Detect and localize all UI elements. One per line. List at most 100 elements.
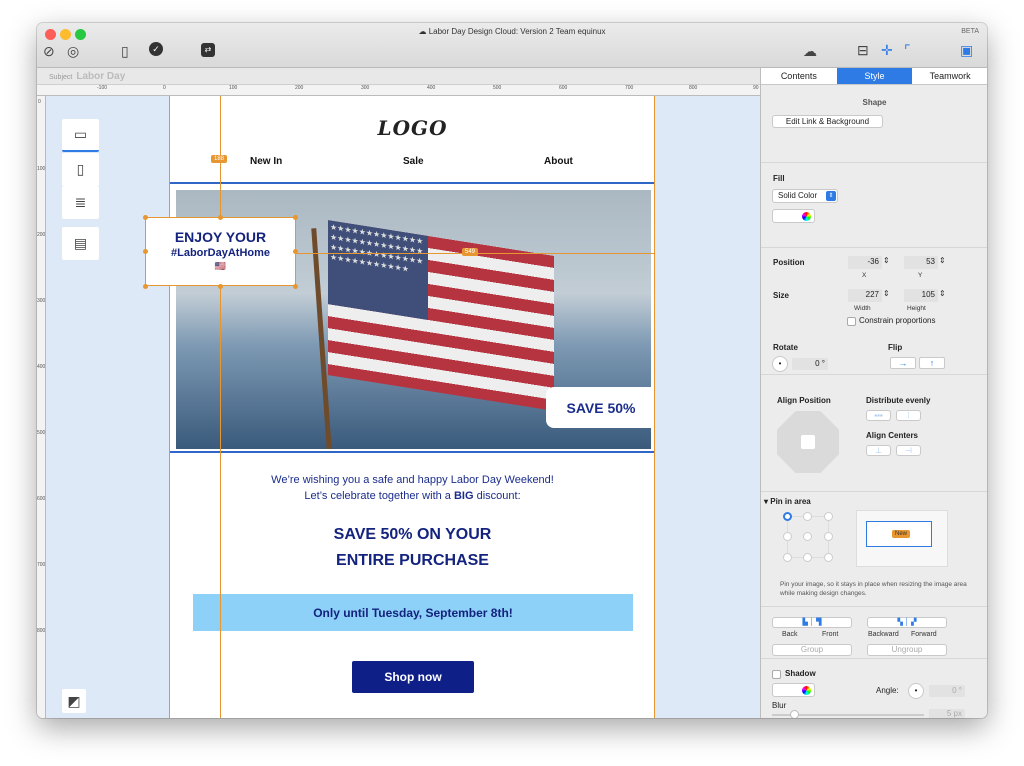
distribute-horizontal-button[interactable]: ▪▪▪ xyxy=(866,410,891,421)
mobile-preview-icon[interactable]: ▯ xyxy=(62,153,99,186)
rotate-field[interactable]: 0 ° xyxy=(792,358,828,370)
selected-box-line-2: #LaborDayAtHome xyxy=(170,247,271,259)
distribute-label: Distribute evenly xyxy=(866,396,931,405)
position-y-field[interactable]: 53 xyxy=(904,256,938,269)
ruler-label: 400 xyxy=(37,364,46,370)
pin-point[interactable] xyxy=(803,512,812,521)
angle-field[interactable]: 0 ° xyxy=(929,685,965,697)
preview-devices-icon[interactable]: ▯ xyxy=(121,43,129,59)
shop-now-button[interactable]: Shop now xyxy=(352,661,474,693)
backward-label: Backward xyxy=(868,631,899,638)
nav-new-in[interactable]: New In xyxy=(250,156,282,167)
angle-label: Angle: xyxy=(876,686,899,695)
position-x-field[interactable]: -36 xyxy=(848,256,882,269)
flip-horizontal-button[interactable]: → xyxy=(890,357,916,369)
send-campaign-icon[interactable]: ◎ xyxy=(67,43,79,59)
resize-handle[interactable] xyxy=(218,284,223,289)
resize-handle[interactable] xyxy=(293,215,298,220)
align-center-h-button[interactable]: ⊥ xyxy=(866,445,891,456)
pin-point[interactable] xyxy=(824,532,833,541)
tab-style[interactable]: Style xyxy=(836,68,913,84)
layers-icon[interactable]: ◩ xyxy=(62,689,86,713)
pin-point-selected[interactable] xyxy=(783,512,792,521)
constrain-checkbox[interactable] xyxy=(847,317,856,326)
message-line-2[interactable]: Let’s celebrate together with a BIG disc… xyxy=(170,490,655,502)
shadow-checkbox[interactable] xyxy=(772,670,781,679)
stepper-icon[interactable]: ⇕ xyxy=(939,256,946,265)
pin-point[interactable] xyxy=(783,553,792,562)
align-center-v-button[interactable]: ⊣ xyxy=(896,445,921,456)
align-center-button[interactable] xyxy=(801,435,815,449)
sidebar-toggle-icon[interactable]: ▣ xyxy=(960,42,973,58)
resize-handle[interactable] xyxy=(143,215,148,220)
arrange-back-front-buttons[interactable]: ▙ │ ▜ xyxy=(772,617,852,628)
ruler-label: 800 xyxy=(689,85,698,91)
deadline-banner[interactable]: Only until Tuesday, September 8th! xyxy=(193,594,633,631)
cloud-sync-icon[interactable]: ☁ xyxy=(803,43,817,59)
headline-line-2[interactable]: ENTIRE PURCHASE xyxy=(170,552,655,570)
chat-icon[interactable]: ⇄ xyxy=(201,43,215,57)
pin-point[interactable] xyxy=(803,553,812,562)
resize-handle[interactable] xyxy=(293,249,298,254)
pin-point[interactable] xyxy=(824,553,833,562)
angle-dial[interactable]: • xyxy=(908,683,924,699)
tab-contents[interactable]: Contents xyxy=(761,68,837,84)
edit-link-background-button[interactable]: Edit Link & Background xyxy=(772,115,883,128)
group-button[interactable]: Group xyxy=(772,644,852,656)
guide-line[interactable] xyxy=(169,96,170,718)
selected-text-box[interactable]: ENJOY YOUR #LaborDayAtHome 🇺🇸 xyxy=(145,217,296,286)
subject-value[interactable]: Labor Day xyxy=(76,71,125,82)
text-view-icon[interactable]: ≣ xyxy=(62,186,99,219)
guides-icon[interactable]: ✛ xyxy=(881,42,893,58)
desktop-preview-icon[interactable]: ▭ xyxy=(62,119,99,152)
rulers-icon[interactable]: ⌜ xyxy=(904,42,911,58)
guide-line[interactable] xyxy=(654,96,655,718)
ruler-label: 700 xyxy=(625,85,634,91)
logo[interactable]: LOGO xyxy=(170,116,655,140)
ungroup-button[interactable]: Ungroup xyxy=(867,644,947,656)
save-badge[interactable]: SAVE 50% xyxy=(546,387,651,428)
resize-handle[interactable] xyxy=(143,284,148,289)
fill-type-select[interactable]: Solid Color ⇕ xyxy=(772,189,838,203)
guide-line[interactable] xyxy=(220,96,221,718)
blur-field[interactable]: 5 px xyxy=(929,709,965,718)
pin-point[interactable] xyxy=(803,532,812,541)
message-line-1[interactable]: We’re wishing you a safe and happy Labor… xyxy=(170,474,655,486)
archive-view-icon[interactable]: ▤ xyxy=(62,227,99,260)
color-wheel-icon xyxy=(802,686,811,695)
design-canvas[interactable]: ▭ ▯ ≣ ▤ ◩ LOGO New In Sale About ★★★★★★★… xyxy=(46,96,760,718)
stepper-icon[interactable]: ⇕ xyxy=(939,289,946,298)
stepper-icon[interactable]: ⇕ xyxy=(883,289,890,298)
rotate-dial[interactable]: • xyxy=(772,356,788,372)
arrange-section: ▙ │ ▜ ▚ │ ▞ Back Front Backward Forward … xyxy=(761,607,987,659)
fill-color-well[interactable] xyxy=(772,209,815,223)
ruler-label: 100 xyxy=(37,166,46,172)
layout-icon[interactable]: ⊟ xyxy=(857,42,869,58)
pin-grid[interactable] xyxy=(783,512,833,562)
geometry-section: Position -36 ⇕ 53 ⇕ X Y Size 227 ⇕ 105 ⇕… xyxy=(761,248,987,375)
nav-sale[interactable]: Sale xyxy=(403,156,424,167)
height-field[interactable]: 105 xyxy=(904,289,938,302)
flag-emoji: 🇺🇸 xyxy=(214,261,227,271)
width-label: Width xyxy=(854,305,871,312)
tab-teamwork[interactable]: Teamwork xyxy=(912,68,987,84)
flip-vertical-button[interactable]: ↑ xyxy=(919,357,945,369)
width-field[interactable]: 227 xyxy=(848,289,882,302)
arrange-backward-forward-buttons[interactable]: ▚ │ ▞ xyxy=(867,617,947,628)
subject-bar[interactable]: Subject Labor Day xyxy=(37,68,760,85)
headline-line-1[interactable]: SAVE 50% ON YOUR xyxy=(170,526,655,544)
pin-point[interactable] xyxy=(824,512,833,521)
ruler-label: 400 xyxy=(427,85,436,91)
shadow-color-well[interactable] xyxy=(772,683,815,697)
resize-handle[interactable] xyxy=(293,284,298,289)
check-icon[interactable]: ✓ xyxy=(149,42,163,56)
pin-in-area-label[interactable]: ▾ Pin in area xyxy=(764,497,811,506)
distribute-vertical-button[interactable]: ⁞ xyxy=(896,410,921,421)
pin-point[interactable] xyxy=(783,532,792,541)
stepper-icon[interactable]: ⇕ xyxy=(883,256,890,265)
nav-about[interactable]: About xyxy=(544,156,573,167)
resize-handle[interactable] xyxy=(143,249,148,254)
send-test-icon[interactable]: ⊘ xyxy=(43,43,55,59)
blur-slider-thumb[interactable] xyxy=(790,710,799,718)
resize-handle[interactable] xyxy=(218,215,223,220)
